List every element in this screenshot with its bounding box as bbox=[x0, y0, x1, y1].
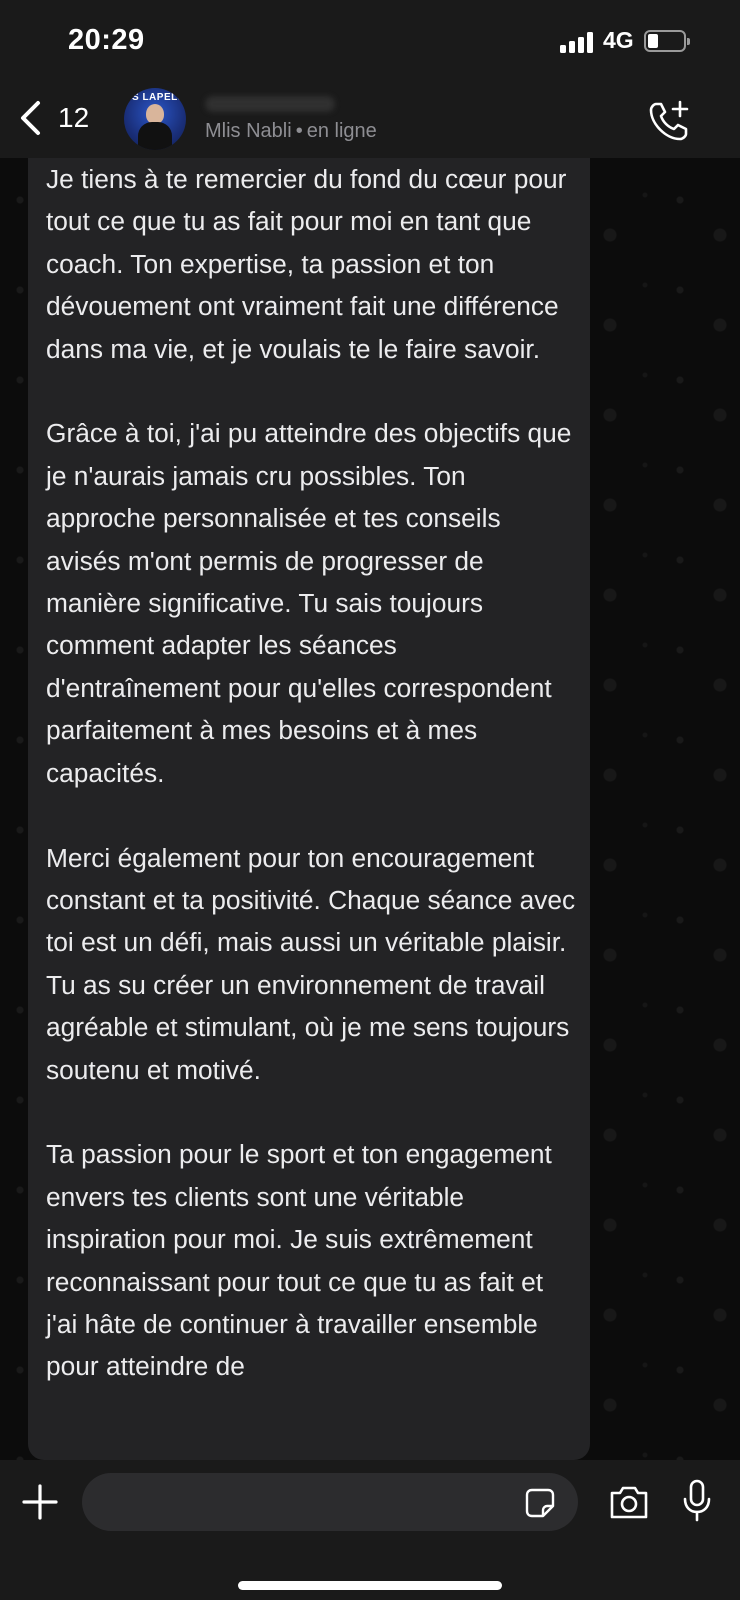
battery-level bbox=[648, 34, 658, 48]
avatar[interactable]: S LAPELS bbox=[124, 88, 186, 150]
message-composer bbox=[0, 1460, 740, 1600]
home-indicator[interactable] bbox=[238, 1581, 502, 1590]
message-input[interactable] bbox=[82, 1473, 578, 1531]
message-text: Je tiens à te remercier du fond du cœur … bbox=[46, 164, 576, 1382]
contact-status: en ligne bbox=[306, 120, 377, 142]
unread-count: 12 bbox=[58, 102, 90, 133]
chat-header: 12 S LAPELS Mlis Nabli • en ligne bbox=[0, 82, 740, 158]
network-type: 4G bbox=[603, 27, 634, 53]
microphone-icon[interactable] bbox=[682, 1478, 712, 1524]
sticker-icon[interactable] bbox=[524, 1487, 556, 1519]
call-add-icon[interactable] bbox=[646, 98, 692, 144]
back-button[interactable]: 12 bbox=[18, 96, 89, 140]
plus-icon[interactable] bbox=[20, 1482, 60, 1522]
contact-name-redacted[interactable] bbox=[205, 96, 335, 112]
camera-icon[interactable] bbox=[608, 1483, 650, 1521]
contact-subtitle-name: Mlis Nabli bbox=[205, 120, 292, 142]
battery-icon bbox=[644, 30, 690, 52]
signal-strength-icon bbox=[560, 31, 596, 53]
avatar-body bbox=[138, 122, 172, 150]
avatar-face bbox=[146, 104, 164, 124]
avatar-text-decoration: S LAPELS bbox=[132, 92, 185, 103]
status-time: 20:29 bbox=[68, 24, 145, 56]
message-bubble[interactable]: Je tiens à te remercier du fond du cœur … bbox=[28, 158, 590, 1460]
status-bar: 20:29 4G bbox=[0, 0, 740, 82]
contact-subtitle[interactable]: Mlis Nabli • en ligne bbox=[205, 120, 377, 143]
chevron-left-icon bbox=[21, 101, 40, 135]
separator-dot: • bbox=[295, 120, 303, 142]
